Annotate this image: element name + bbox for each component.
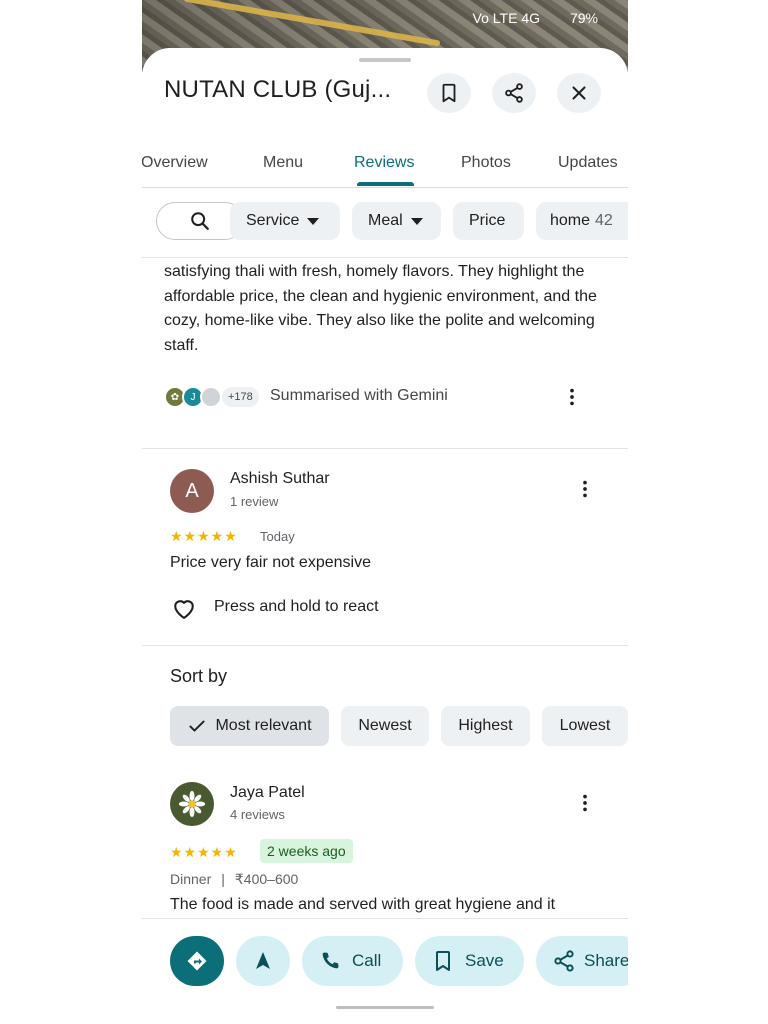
- gesture-navigation-bar[interactable]: [336, 1006, 434, 1009]
- tab-reviews[interactable]: Reviews: [354, 154, 414, 172]
- share-icon: [505, 83, 523, 103]
- filter-chip-price[interactable]: Price: [453, 202, 524, 240]
- review-more-button[interactable]: [573, 477, 597, 501]
- share-place-button[interactable]: [492, 73, 536, 113]
- sheet-drag-handle[interactable]: [359, 58, 411, 62]
- gemini-summary-row: ✿ J +178 Summarised with Gemini: [164, 385, 604, 409]
- tab-overview[interactable]: Overview: [142, 154, 208, 172]
- filter-chip-label: Meal: [368, 212, 403, 229]
- close-button[interactable]: [557, 73, 601, 113]
- star-rating: ★★★★★: [170, 528, 238, 544]
- bookmark-icon: [436, 951, 450, 971]
- review-text: The food is made and served with great h…: [170, 896, 556, 913]
- filter-chip-service[interactable]: Service: [230, 202, 340, 240]
- share-icon: [554, 950, 574, 972]
- review-filters: Service Meal Price home 42: [142, 202, 628, 242]
- network-indicator: Vo LTE 4G: [472, 10, 540, 26]
- review-time-badge: 2 weeks ago: [260, 839, 353, 863]
- reviewer-review-count: 1 review: [230, 494, 279, 509]
- price-range: ₹400–600: [234, 871, 299, 887]
- phone-icon: [322, 952, 339, 969]
- share-button[interactable]: Share: [536, 936, 628, 986]
- filter-chip-label: home: [550, 212, 591, 229]
- star-rating: ★★★★★: [170, 844, 238, 860]
- sort-lowest[interactable]: Lowest: [542, 706, 628, 746]
- sort-option-label: Lowest: [559, 717, 611, 734]
- review-summary-text: satisfying thali with fresh, homely flav…: [164, 263, 597, 354]
- more-vert-icon: [583, 480, 587, 498]
- tab-photos[interactable]: Photos: [461, 154, 511, 172]
- dropdown-arrow-icon: [410, 217, 423, 225]
- reviewer-avatar-mini: [200, 386, 222, 408]
- meal-type: Dinner: [170, 871, 212, 887]
- tab-updates[interactable]: Updates: [558, 154, 618, 172]
- directions-icon: [187, 951, 207, 971]
- directions-button[interactable]: [170, 936, 224, 986]
- more-vert-icon: [583, 794, 587, 812]
- flower-icon: [178, 790, 206, 818]
- start-navigation-button[interactable]: [236, 936, 290, 986]
- sort-title: Sort by: [170, 666, 228, 686]
- status-bar: Vo LTE 4G 79%: [142, 8, 628, 28]
- active-tab-indicator: [357, 182, 414, 186]
- filter-chip-home[interactable]: home 42: [536, 202, 628, 240]
- place-action-bar: Call Save Share: [142, 918, 628, 1024]
- save-button[interactable]: Save: [415, 936, 524, 986]
- filter-chip-label: Service: [246, 212, 300, 229]
- close-icon: [572, 86, 586, 100]
- review-text: Price very fair not expensive: [170, 554, 371, 571]
- place-sheet: NUTAN CLUB (Guj... Overview Menu Reviews…: [142, 48, 628, 1024]
- sort-newest[interactable]: Newest: [341, 706, 429, 746]
- react-button[interactable]: Press and hold to react: [170, 594, 430, 622]
- tab-menu[interactable]: Menu: [263, 154, 303, 172]
- place-title: NUTAN CLUB (Guj...: [164, 76, 392, 103]
- react-label: Press and hold to react: [214, 598, 379, 615]
- call-label: Call: [352, 951, 382, 970]
- dropdown-arrow-icon: [307, 217, 320, 225]
- avatar[interactable]: A: [170, 469, 214, 513]
- review-time: Today: [260, 529, 295, 544]
- reviewer-name[interactable]: Jaya Patel: [230, 784, 305, 802]
- call-button[interactable]: Call: [302, 936, 403, 986]
- more-reviewers-count: +178: [222, 387, 259, 407]
- section-divider: [142, 645, 628, 646]
- reviewer-review-count: 4 reviews: [230, 807, 285, 822]
- summary-more-button[interactable]: [560, 385, 584, 409]
- sort-option-label: Most relevant: [215, 717, 312, 734]
- filter-chip-label: Price: [469, 212, 506, 229]
- check-icon: [189, 720, 206, 732]
- review-more-button[interactable]: [573, 791, 597, 815]
- bookmark-icon: [442, 83, 456, 103]
- filter-divider: [142, 257, 628, 258]
- phone-screen: Vo LTE 4G 79% NUTAN CLUB (Guj... Overvie…: [142, 0, 628, 1024]
- save-place-button[interactable]: [427, 73, 471, 113]
- share-label: Share: [584, 951, 628, 970]
- search-icon: [191, 212, 209, 230]
- save-label: Save: [465, 951, 504, 970]
- battery-level: 79%: [569, 10, 598, 26]
- sort-most-relevant[interactable]: Most relevant: [170, 706, 329, 746]
- more-vert-icon: [570, 388, 574, 406]
- filter-chip-meal[interactable]: Meal: [352, 202, 441, 240]
- gemini-summary-label: Summarised with Gemini: [270, 387, 448, 404]
- sort-highest[interactable]: Highest: [441, 706, 530, 746]
- avatar[interactable]: [170, 782, 214, 826]
- navigation-arrow-icon: [256, 952, 270, 969]
- heart-icon: [174, 600, 194, 619]
- review-meal-meta: Dinner | ₹400–600: [170, 871, 299, 887]
- tab-bar: Overview Menu Reviews Photos Updates: [142, 140, 628, 188]
- sort-option-label: Newest: [358, 717, 412, 734]
- section-divider: [142, 448, 628, 449]
- reviewer-name[interactable]: Ashish Suthar: [230, 470, 330, 488]
- sort-option-label: Highest: [458, 717, 513, 734]
- filter-chip-count: 42: [595, 212, 613, 229]
